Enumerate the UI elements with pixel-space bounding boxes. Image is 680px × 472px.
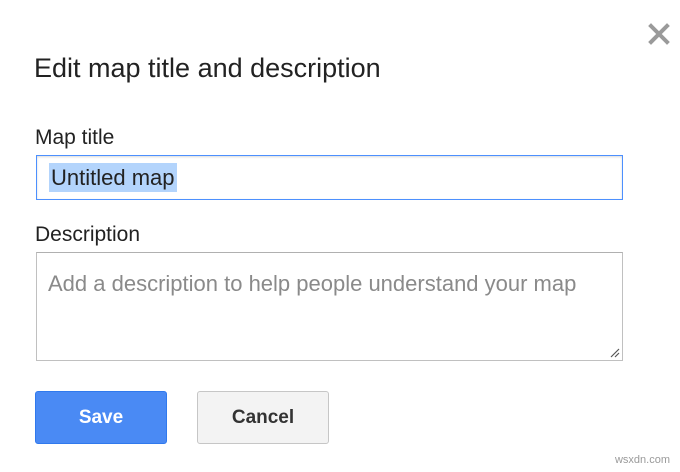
map-title-input[interactable]: Untitled map [36, 155, 623, 200]
resize-handle-icon[interactable] [608, 346, 620, 358]
watermark: wsxdn.com [614, 454, 670, 466]
description-label: Description [35, 223, 141, 246]
dialog-title: Edit map title and description [34, 53, 381, 83]
cancel-button[interactable]: Cancel [197, 391, 329, 444]
map-title-label: Map title [35, 126, 115, 149]
description-textarea[interactable]: Add a description to help people underst… [36, 252, 623, 361]
description-placeholder: Add a description to help people underst… [48, 271, 577, 296]
map-title-value: Untitled map [49, 163, 177, 192]
save-button[interactable]: Save [35, 391, 167, 444]
edit-map-dialog: Edit map title and description Map title… [0, 0, 680, 472]
close-icon[interactable] [647, 22, 671, 46]
